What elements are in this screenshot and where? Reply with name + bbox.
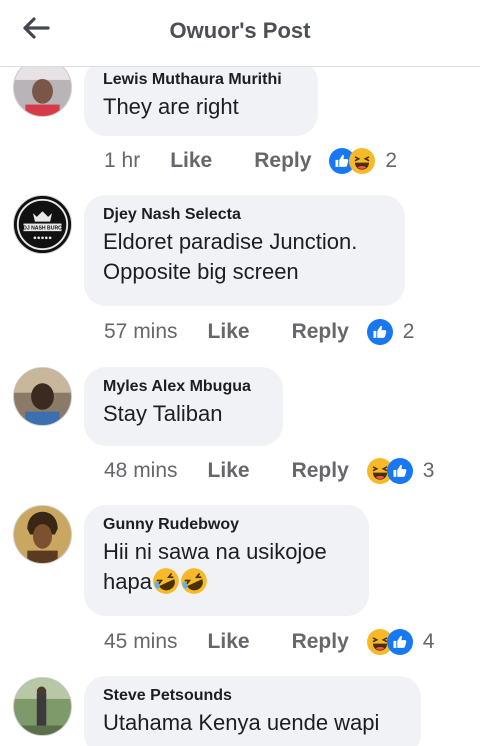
reaction-count: 3 — [422, 459, 435, 482]
comment-bubble: Lewis Muthaura Murithi They are right — [84, 60, 318, 136]
reaction-count: 4 — [422, 630, 435, 653]
comment-text-line: Hii ni sawa na usikojoe — [103, 539, 327, 564]
reply-button[interactable]: Reply — [254, 149, 311, 173]
comment-text: Stay Taliban — [103, 401, 223, 426]
like-button[interactable]: Like — [208, 630, 250, 654]
like-button[interactable]: Like — [170, 149, 212, 173]
comment-text-line: Eldoret paradise Junction. — [103, 229, 358, 254]
like-button[interactable]: Like — [208, 320, 250, 344]
reaction-summary[interactable]: 2 — [366, 319, 415, 345]
reply-button[interactable]: Reply — [292, 630, 349, 654]
comment-bubble: Myles Alex Mbugua Stay Taliban — [84, 367, 283, 446]
comment-time[interactable]: 48 mins — [104, 459, 178, 483]
rolling-laughing-emoji-icon — [153, 568, 179, 594]
avatar[interactable]: DJ NASH BURC — [13, 195, 72, 254]
reaction-count: 2 — [385, 149, 398, 172]
comment-feed: Lewis Muthaura Murithi They are right 1 … — [0, 0, 480, 746]
page-title: Owuor's Post — [169, 18, 311, 43]
comment-bubble: Gunny Rudebwoy Hii ni sawa na usikojoe h… — [84, 505, 369, 616]
comment-author[interactable]: Myles Alex Mbugua — [103, 377, 264, 397]
like-reaction-icon — [366, 319, 393, 345]
rolling-laughing-emoji-icon — [181, 568, 207, 594]
comment-text: Utahama Kenya uende wapi — [103, 710, 380, 735]
comment-bubble: Steve Petsounds Utahama Kenya uende wapi — [84, 676, 421, 746]
avatar[interactable] — [13, 367, 72, 426]
like-button[interactable]: Like — [208, 459, 250, 483]
avatar-logo-text: DJ NASH BURC — [23, 226, 62, 232]
comment-actions: 1 hr Like Reply 2 — [104, 146, 397, 176]
avatar-photo-icon — [14, 678, 71, 735]
avatar-photo-icon — [14, 506, 71, 563]
avatar-photo-icon — [14, 59, 71, 116]
comment-author[interactable]: Lewis Muthaura Murithi — [103, 70, 299, 90]
like-reaction-icon — [386, 629, 413, 655]
comment-time[interactable]: 57 mins — [104, 320, 178, 344]
reaction-count: 2 — [402, 320, 415, 343]
reaction-summary[interactable]: 4 — [366, 629, 435, 655]
comment-time[interactable]: 45 mins — [104, 630, 178, 654]
avatar-logo-icon: DJ NASH BURC — [14, 196, 71, 253]
comment-text: They are right — [103, 94, 239, 119]
top-app-bar: Owuor's Post — [0, 0, 480, 67]
comment-author[interactable]: Gunny Rudebwoy — [103, 515, 350, 535]
comment-actions: 48 mins Like Reply 3 — [104, 456, 434, 486]
avatar-photo-icon — [14, 368, 71, 425]
comment-author[interactable]: Djey Nash Selecta — [103, 205, 386, 225]
reply-button[interactable]: Reply — [292, 320, 349, 344]
comment-actions: 45 mins Like Reply 4 — [104, 627, 434, 657]
reaction-summary[interactable]: 3 — [366, 458, 435, 484]
like-reaction-icon — [386, 458, 413, 484]
comment-text-line: Opposite big screen — [103, 259, 299, 284]
reaction-summary[interactable]: 2 — [329, 148, 397, 174]
avatar[interactable] — [13, 677, 72, 736]
reply-button[interactable]: Reply — [292, 459, 349, 483]
comment-bubble: Djey Nash Selecta Eldoret paradise Junct… — [84, 195, 405, 306]
comment-text-fragment: hapa — [103, 569, 152, 594]
comment-actions: 57 mins Like Reply 2 — [104, 317, 414, 347]
comment-time[interactable]: 1 hr — [104, 149, 140, 173]
comment-text-line: hapa — [103, 567, 350, 597]
comment-author[interactable]: Steve Petsounds — [103, 686, 402, 706]
avatar[interactable] — [13, 505, 72, 564]
haha-reaction-icon — [349, 148, 376, 174]
